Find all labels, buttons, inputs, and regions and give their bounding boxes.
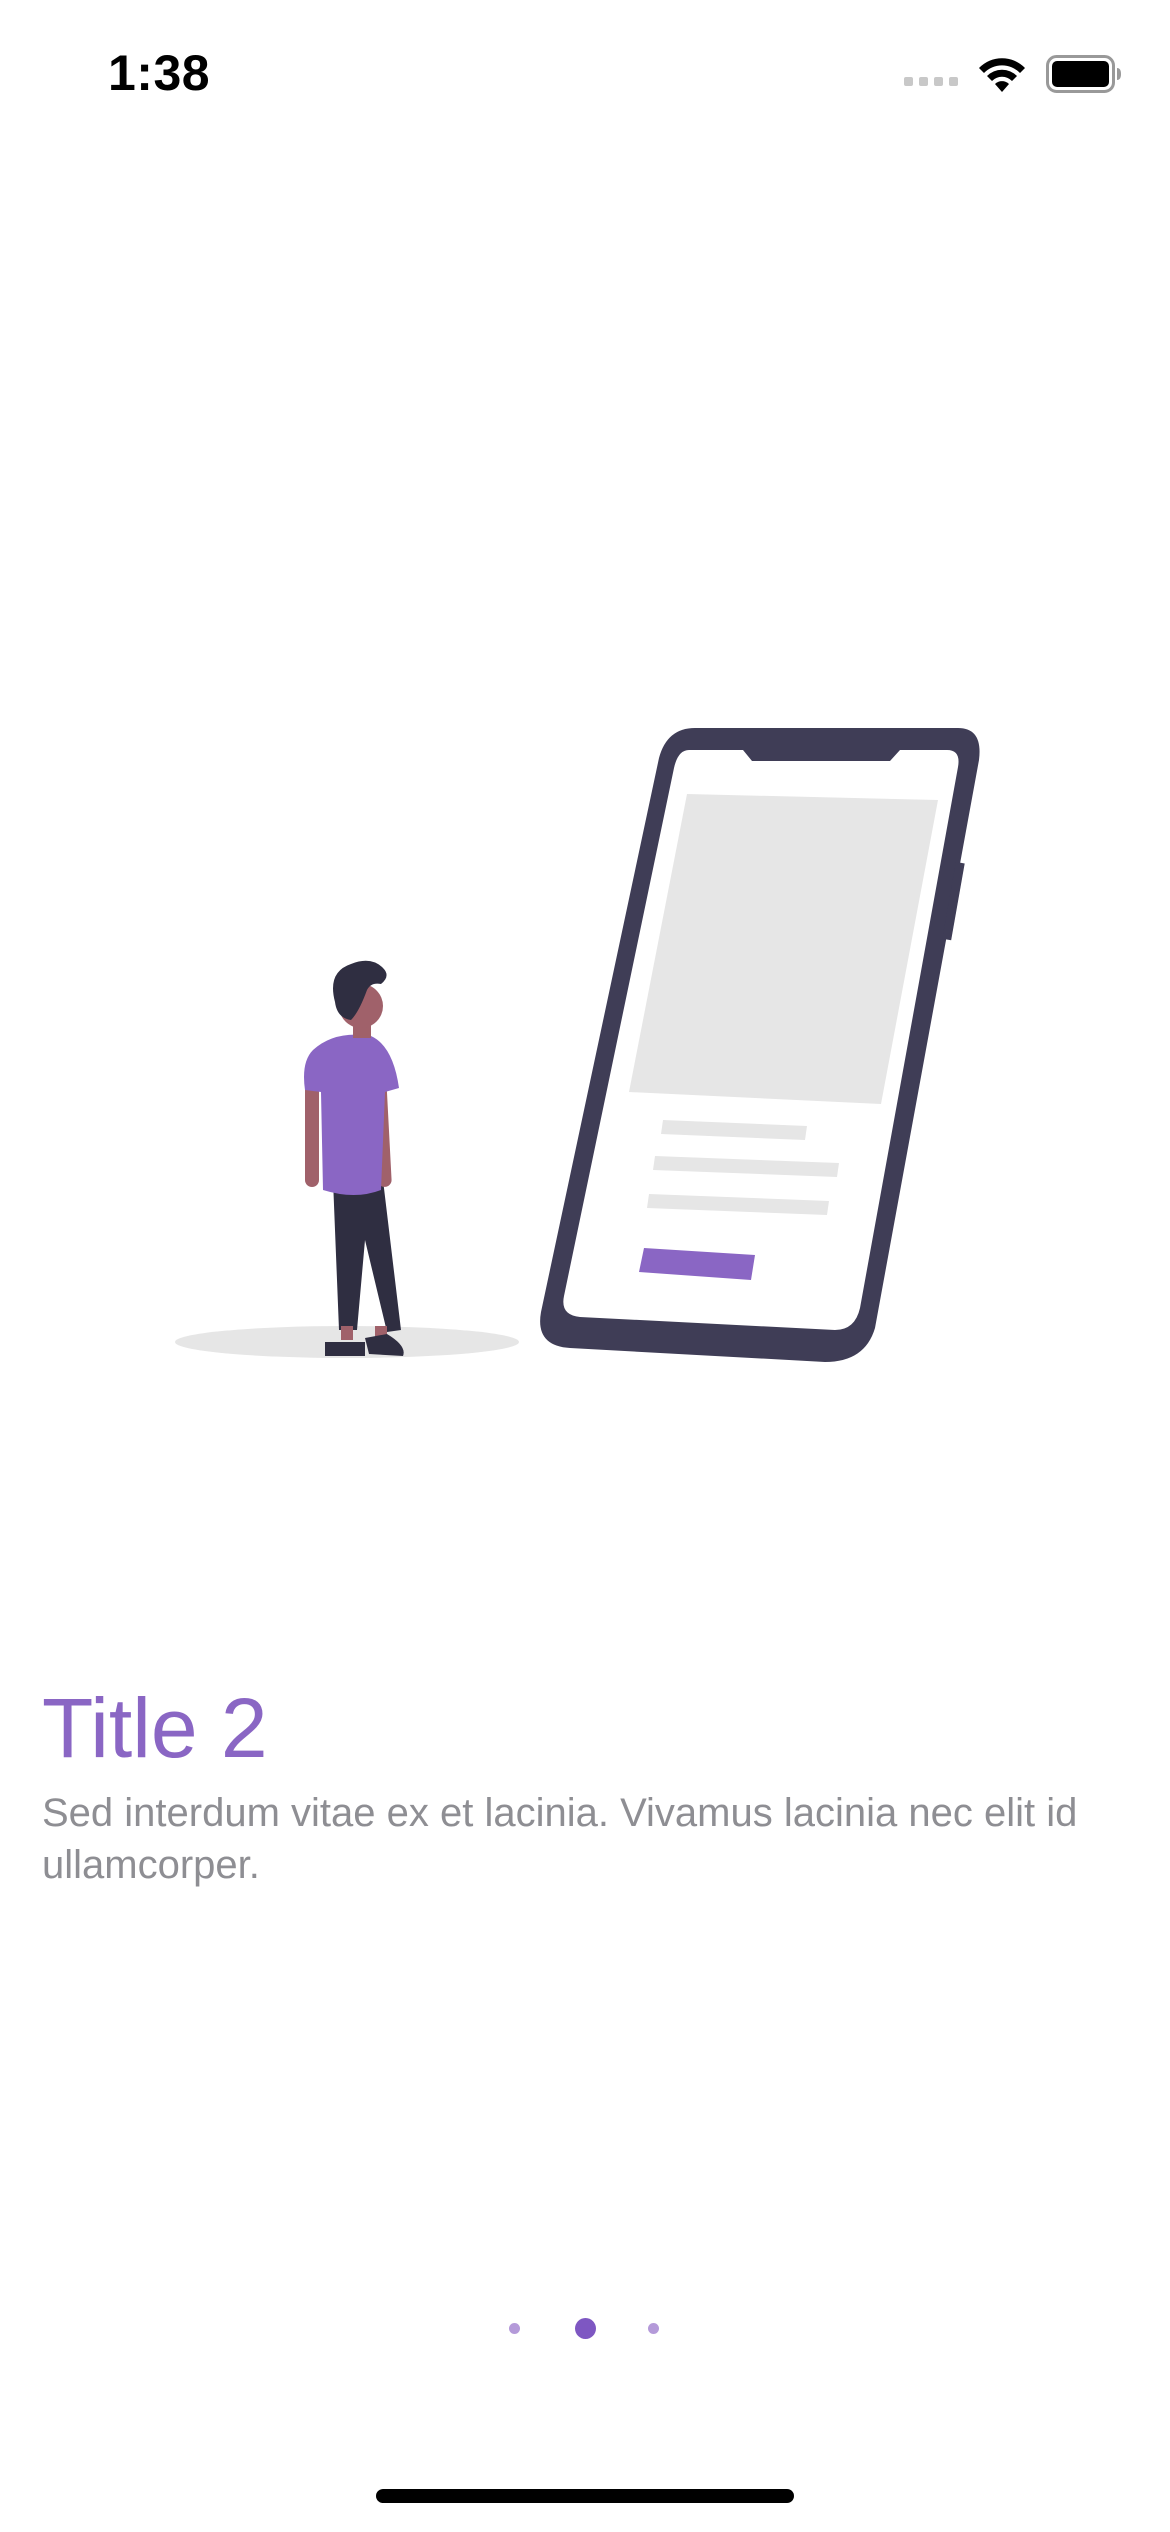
page-dot-3[interactable]	[648, 2323, 659, 2334]
person-with-phone-illustration	[175, 728, 980, 1362]
person-graphic	[304, 960, 404, 1356]
page-indicator[interactable]	[0, 2310, 1170, 2350]
page-title: Title 2	[42, 1681, 268, 1775]
status-icons	[904, 52, 1122, 96]
page-dot-1[interactable]	[509, 2323, 520, 2334]
battery-icon	[1046, 55, 1121, 93]
page-description: Sed interdum vitae ex et lacinia. Vivamu…	[42, 1791, 1078, 1887]
signal-icon	[904, 76, 958, 86]
home-indicator[interactable]	[376, 2489, 794, 2503]
page-dot-2-active[interactable]	[575, 2318, 596, 2339]
wifi-icon	[979, 58, 1025, 92]
phone-graphic	[540, 728, 980, 1362]
status-time: 1:38	[108, 45, 211, 101]
status-bar: 1:38	[0, 0, 1170, 150]
